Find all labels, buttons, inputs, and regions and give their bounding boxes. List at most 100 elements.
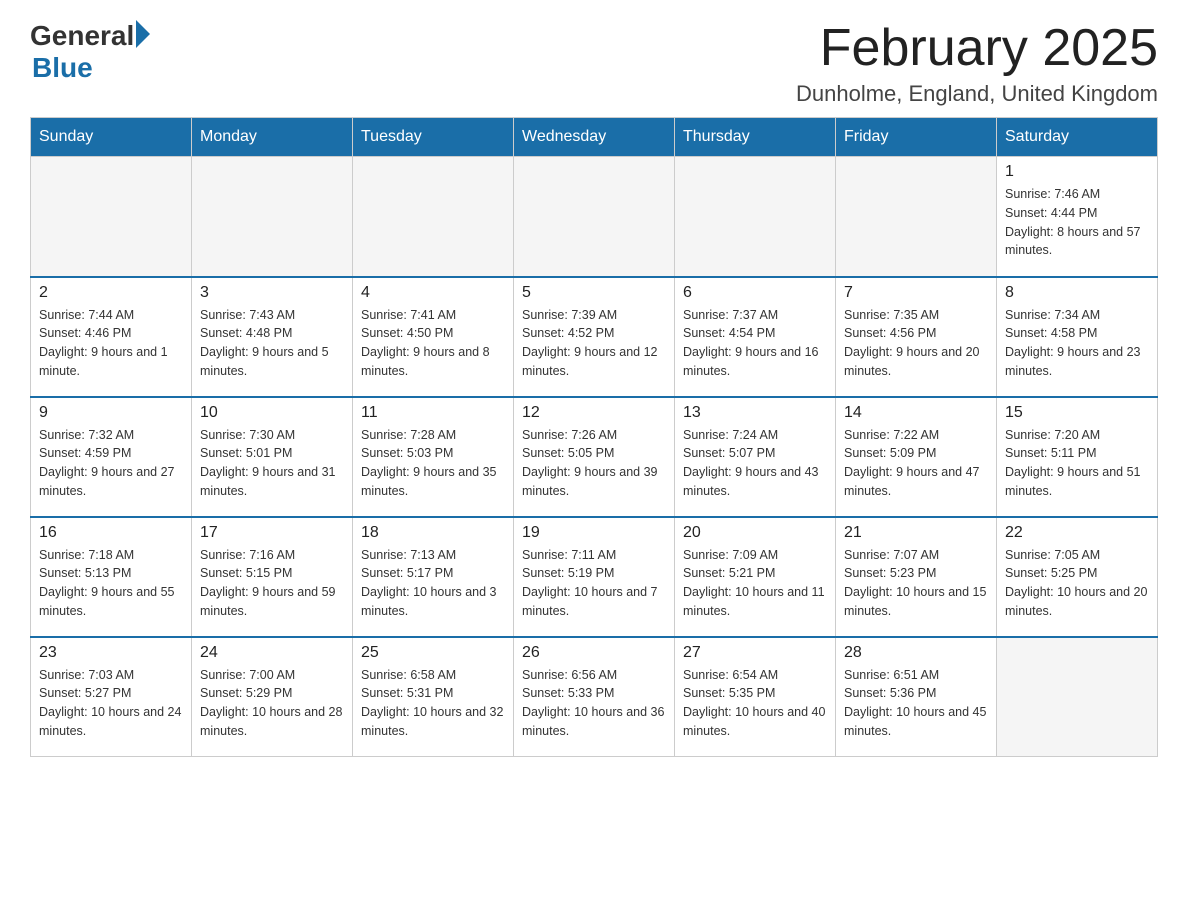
day-info: Sunrise: 7:30 AMSunset: 5:01 PMDaylight:… [200,426,344,501]
calendar-cell [514,157,675,277]
calendar-table: SundayMondayTuesdayWednesdayThursdayFrid… [30,117,1158,757]
day-number: 8 [1005,284,1149,302]
calendar-cell: 15 Sunrise: 7:20 AMSunset: 5:11 PMDayligh… [997,397,1158,517]
calendar-week-row: 1 Sunrise: 7:46 AMSunset: 4:44 PMDaylight… [31,157,1158,277]
day-info: Sunrise: 7:22 AMSunset: 5:09 PMDaylight:… [844,426,988,501]
calendar-header-thursday: Thursday [675,118,836,157]
calendar-cell [997,637,1158,757]
calendar-cell [836,157,997,277]
calendar-cell: 6Sunrise: 7:37 AMSunset: 4:54 PMDaylight… [675,277,836,397]
logo-general-text: General [30,20,134,52]
calendar-cell: 14 Sunrise: 7:22 AMSunset: 5:09 PMDayligh… [836,397,997,517]
day-info: Sunrise: 7:35 AMSunset: 4:56 PMDaylight:… [844,306,988,381]
logo-blue-text: Blue [32,52,93,84]
day-info: Sunrise: 7:43 AMSunset: 4:48 PMDaylight:… [200,306,344,381]
day-info: Sunrise: 7:39 AMSunset: 4:52 PMDaylight:… [522,306,666,381]
logo-arrow-icon [136,20,150,48]
day-number: 4 [361,284,505,302]
day-number: 16 [39,524,183,542]
day-number: 7 [844,284,988,302]
calendar-cell: 24 Sunrise: 7:00 AMSunset: 5:29 PMDayligh… [192,637,353,757]
day-number: 27 [683,644,827,662]
title-area: February 2025 Dunholme, England, United … [796,20,1158,107]
day-number: 10 [200,404,344,422]
day-number: 19 [522,524,666,542]
day-number: 21 [844,524,988,542]
day-info: Sunrise: 7:00 AMSunset: 5:29 PMDaylight:… [200,666,344,741]
day-info: Sunrise: 7:07 AMSunset: 5:23 PMDaylight:… [844,546,988,621]
day-number: 5 [522,284,666,302]
day-number: 24 [200,644,344,662]
calendar-cell: 11 Sunrise: 7:28 AMSunset: 5:03 PMDayligh… [353,397,514,517]
calendar-cell: 16 Sunrise: 7:18 AMSunset: 5:13 PMDayligh… [31,517,192,637]
calendar-cell: 21 Sunrise: 7:07 AMSunset: 5:23 PMDayligh… [836,517,997,637]
day-number: 14 [844,404,988,422]
day-info: Sunrise: 7:41 AMSunset: 4:50 PMDaylight:… [361,306,505,381]
calendar-cell: 7 Sunrise: 7:35 AMSunset: 4:56 PMDaylight… [836,277,997,397]
day-number: 28 [844,644,988,662]
calendar-cell: 23 Sunrise: 7:03 AMSunset: 5:27 PMDayligh… [31,637,192,757]
calendar-cell: 22 Sunrise: 7:05 AMSunset: 5:25 PMDayligh… [997,517,1158,637]
calendar-cell [675,157,836,277]
calendar-cell: 26 Sunrise: 6:56 AMSunset: 5:33 PMDayligh… [514,637,675,757]
calendar-week-row: 2 Sunrise: 7:44 AMSunset: 4:46 PMDaylight… [31,277,1158,397]
calendar-cell: 1 Sunrise: 7:46 AMSunset: 4:44 PMDaylight… [997,157,1158,277]
calendar-cell: 3Sunrise: 7:43 AMSunset: 4:48 PMDaylight… [192,277,353,397]
day-number: 6 [683,284,827,302]
day-info: Sunrise: 7:26 AMSunset: 5:05 PMDaylight:… [522,426,666,501]
calendar-cell: 19 Sunrise: 7:11 AMSunset: 5:19 PMDayligh… [514,517,675,637]
day-number: 26 [522,644,666,662]
calendar-cell [353,157,514,277]
day-info: Sunrise: 6:56 AMSunset: 5:33 PMDaylight:… [522,666,666,741]
calendar-header-wednesday: Wednesday [514,118,675,157]
day-number: 11 [361,404,505,422]
calendar-header-tuesday: Tuesday [353,118,514,157]
day-number: 2 [39,284,183,302]
day-number: 18 [361,524,505,542]
calendar-cell: 27 Sunrise: 6:54 AMSunset: 5:35 PMDayligh… [675,637,836,757]
day-number: 25 [361,644,505,662]
day-info: Sunrise: 7:05 AMSunset: 5:25 PMDaylight:… [1005,546,1149,621]
calendar-header-friday: Friday [836,118,997,157]
calendar-cell: 25Sunrise: 6:58 AMSunset: 5:31 PMDayligh… [353,637,514,757]
day-number: 23 [39,644,183,662]
day-number: 15 [1005,404,1149,422]
day-number: 1 [1005,163,1149,181]
calendar-cell: 12 Sunrise: 7:26 AMSunset: 5:05 PMDayligh… [514,397,675,517]
day-info: Sunrise: 7:13 AMSunset: 5:17 PMDaylight:… [361,546,505,621]
calendar-cell [31,157,192,277]
day-info: Sunrise: 7:28 AMSunset: 5:03 PMDaylight:… [361,426,505,501]
day-info: Sunrise: 6:51 AMSunset: 5:36 PMDaylight:… [844,666,988,741]
day-number: 20 [683,524,827,542]
calendar-header-sunday: Sunday [31,118,192,157]
day-info: Sunrise: 7:32 AMSunset: 4:59 PMDaylight:… [39,426,183,501]
day-number: 12 [522,404,666,422]
calendar-cell: 20Sunrise: 7:09 AMSunset: 5:21 PMDayligh… [675,517,836,637]
calendar-cell: 4 Sunrise: 7:41 AMSunset: 4:50 PMDaylight… [353,277,514,397]
calendar-week-row: 9Sunrise: 7:32 AMSunset: 4:59 PMDaylight… [31,397,1158,517]
day-info: Sunrise: 7:44 AMSunset: 4:46 PMDaylight:… [39,306,183,381]
day-info: Sunrise: 7:24 AMSunset: 5:07 PMDaylight:… [683,426,827,501]
calendar-cell [192,157,353,277]
day-info: Sunrise: 7:18 AMSunset: 5:13 PMDaylight:… [39,546,183,621]
calendar-cell: 9Sunrise: 7:32 AMSunset: 4:59 PMDaylight… [31,397,192,517]
day-number: 17 [200,524,344,542]
calendar-cell: 13 Sunrise: 7:24 AMSunset: 5:07 PMDayligh… [675,397,836,517]
day-number: 13 [683,404,827,422]
day-info: Sunrise: 7:03 AMSunset: 5:27 PMDaylight:… [39,666,183,741]
location-text: Dunholme, England, United Kingdom [796,81,1158,107]
day-info: Sunrise: 7:20 AMSunset: 5:11 PMDaylight:… [1005,426,1149,501]
day-info: Sunrise: 7:34 AMSunset: 4:58 PMDaylight:… [1005,306,1149,381]
calendar-week-row: 16 Sunrise: 7:18 AMSunset: 5:13 PMDayligh… [31,517,1158,637]
day-info: Sunrise: 7:11 AMSunset: 5:19 PMDaylight:… [522,546,666,621]
calendar-header-monday: Monday [192,118,353,157]
calendar-cell: 8 Sunrise: 7:34 AMSunset: 4:58 PMDaylight… [997,277,1158,397]
day-info: Sunrise: 7:46 AMSunset: 4:44 PMDaylight:… [1005,185,1149,260]
day-info: Sunrise: 7:16 AMSunset: 5:15 PMDaylight:… [200,546,344,621]
day-info: Sunrise: 6:54 AMSunset: 5:35 PMDaylight:… [683,666,827,741]
calendar-cell: 18 Sunrise: 7:13 AMSunset: 5:17 PMDayligh… [353,517,514,637]
calendar-cell: 28 Sunrise: 6:51 AMSunset: 5:36 PMDayligh… [836,637,997,757]
calendar-week-row: 23 Sunrise: 7:03 AMSunset: 5:27 PMDayligh… [31,637,1158,757]
day-number: 22 [1005,524,1149,542]
calendar-cell: 17 Sunrise: 7:16 AMSunset: 5:15 PMDayligh… [192,517,353,637]
